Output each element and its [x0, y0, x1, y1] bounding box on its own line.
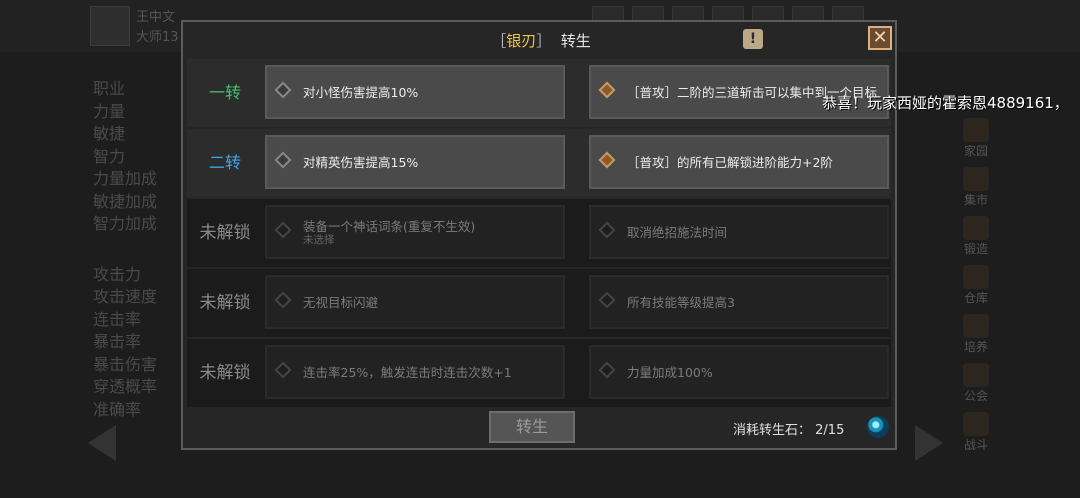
title-bracket: ［ [491, 32, 507, 50]
nav-label: 家园 [963, 144, 988, 158]
title-bracket: ］ [536, 32, 552, 50]
diamond-icon [274, 361, 292, 379]
nav-forge[interactable]: 锻造 [951, 216, 1001, 265]
rebirth-row-5: 未解锁 连击率25%，触发连击时连击次数+1 力量加成100% [187, 339, 891, 407]
diamond-selected-icon [598, 151, 616, 169]
diamond-selected-icon [598, 81, 616, 99]
nav-home[interactable]: 家园 [951, 118, 1001, 167]
info-button[interactable]: ! [743, 29, 763, 49]
nav-label: 培养 [963, 340, 988, 354]
stat-label: 暴击率 [93, 332, 142, 351]
nav-battle[interactable]: 战斗 [951, 412, 1001, 461]
stat-label: 暴击伤害 [93, 354, 158, 374]
rebirth-row-4: 未解锁 无视目标闪避 所有技能等级提高3 [187, 269, 891, 337]
rebirth-cost: 消耗转生石： 2/15 [733, 419, 844, 438]
diamond-icon [274, 291, 292, 309]
perk-option[interactable]: ［普攻］的所有已解锁进阶能力+2阶 [589, 135, 889, 189]
row-label: 未解锁 [199, 363, 251, 383]
perk-text: ［普攻］的所有已解锁进阶能力+2阶 [627, 154, 833, 170]
perk-text: 力量加成100% [627, 364, 713, 380]
player-avatar[interactable] [90, 6, 130, 46]
player-rank: 大师13 [136, 30, 179, 45]
row-label: 未解锁 [199, 293, 251, 313]
perk-text: 所有技能等级提高3 [627, 294, 735, 310]
home-icon [963, 118, 989, 142]
perk-option[interactable]: 对小怪伤害提高10% [265, 65, 565, 119]
diamond-icon [274, 221, 292, 239]
diamond-icon [598, 221, 616, 239]
broadcast-message: 恭喜！玩家西娅的霍索恩4889161， [822, 94, 1069, 112]
battle-icon [963, 412, 989, 436]
stat-label: 智力加成 [93, 214, 158, 233]
stat-label: 力量加成 [93, 169, 158, 188]
stat-label: 敏捷加成 [93, 191, 158, 211]
perk-text: 对精英伤害提高15% [303, 154, 419, 170]
stat-label: 攻击速度 [93, 287, 158, 306]
market-icon [963, 167, 989, 191]
diamond-icon [274, 151, 292, 169]
player-name: 王中文 [136, 10, 176, 25]
stat-label: 准确率 [93, 399, 142, 419]
nav-label: 仓库 [963, 291, 988, 305]
side-nav: 家园 集市 锻造 仓库 培养 公会 战斗 [951, 58, 1001, 461]
prev-arrow-icon[interactable] [88, 425, 116, 461]
perk-text: 无视目标闪避 [303, 294, 379, 310]
next-arrow-icon[interactable] [915, 425, 943, 461]
rebirth-row-2: 二转 对精英伤害提高15% ［普攻］的所有已解锁进阶能力+2阶 [187, 129, 891, 197]
diamond-icon [598, 361, 616, 379]
perk-text: 对小怪伤害提高10% [303, 84, 419, 100]
rebirth-stone-icon [867, 416, 889, 438]
stat-label: 职业 [93, 79, 126, 98]
rebirth-dialog: ［银刃］ 转生 ! ✕ 一转 对小怪伤害提高10% ［普攻］二阶的三道斩击可以集… [181, 20, 897, 450]
stat-label: 穿透概率 [93, 377, 158, 396]
rebirth-row-3: 未解锁 装备一个神话词条(重复不生效) 未选择 取消绝招施法时间 [187, 199, 891, 267]
diamond-icon [274, 81, 292, 99]
dialog-title: ［银刃］ 转生 [183, 30, 899, 51]
nav-label: 公会 [963, 389, 988, 403]
cost-value: 2/15 [815, 423, 845, 438]
rebirth-button[interactable]: 转生 [489, 411, 575, 443]
nav-warehouse[interactable]: 仓库 [951, 265, 1001, 314]
stat-label: 攻击力 [93, 264, 142, 284]
warehouse-icon [963, 265, 989, 289]
stat-label: 敏捷 [93, 124, 126, 143]
perk-option[interactable]: 装备一个神话词条(重复不生效) 未选择 [265, 205, 565, 259]
close-button[interactable]: ✕ [868, 26, 892, 50]
perk-text: 连击率25%，触发连击时连击次数+1 [303, 364, 512, 380]
cost-label: 消耗转生石： [733, 423, 812, 438]
stat-label: 力量 [93, 101, 126, 121]
row-label: 未解锁 [199, 223, 251, 243]
stat-label: 智力 [93, 146, 126, 166]
row-label: 二转 [208, 153, 241, 172]
nav-guild[interactable]: 公会 [951, 363, 1001, 412]
perk-text: 取消绝招施法时间 [627, 224, 728, 240]
cultivate-icon [963, 314, 989, 338]
rebirth-row-1: 一转 对小怪伤害提高10% ［普攻］二阶的三道斩击可以集中到一个目标 [187, 59, 891, 127]
perk-option[interactable]: 取消绝招施法时间 [589, 205, 889, 259]
nav-label: 集市 [963, 193, 988, 207]
nav-label: 锻造 [963, 242, 988, 256]
perk-option[interactable]: 对精英伤害提高15% [265, 135, 565, 189]
perk-option[interactable]: 连击率25%，触发连击时连击次数+1 [265, 345, 565, 399]
weapon-name: 银刃 [506, 32, 537, 50]
perk-option[interactable]: 无视目标闪避 [265, 275, 565, 329]
row-label: 一转 [208, 83, 241, 102]
perk-subtext: 未选择 [303, 233, 335, 246]
diamond-icon [598, 291, 616, 309]
nav-label: 战斗 [963, 438, 988, 452]
stat-label: 连击率 [93, 309, 142, 329]
nav-cultivate[interactable]: 培养 [951, 314, 1001, 363]
perk-option[interactable]: 所有技能等级提高3 [589, 275, 889, 329]
title-text: 转生 [560, 32, 591, 50]
perk-option[interactable]: 力量加成100% [589, 345, 889, 399]
perk-text: 装备一个神话词条(重复不生效) [303, 218, 476, 234]
nav-market[interactable]: 集市 [951, 167, 1001, 216]
anvil-icon [963, 216, 989, 240]
guild-icon [963, 363, 989, 387]
stats-list: 职业 力量 敏捷 智力 力量加成 敏捷加成 智力加成 攻击力 攻击速度 连击率 … [93, 78, 173, 421]
